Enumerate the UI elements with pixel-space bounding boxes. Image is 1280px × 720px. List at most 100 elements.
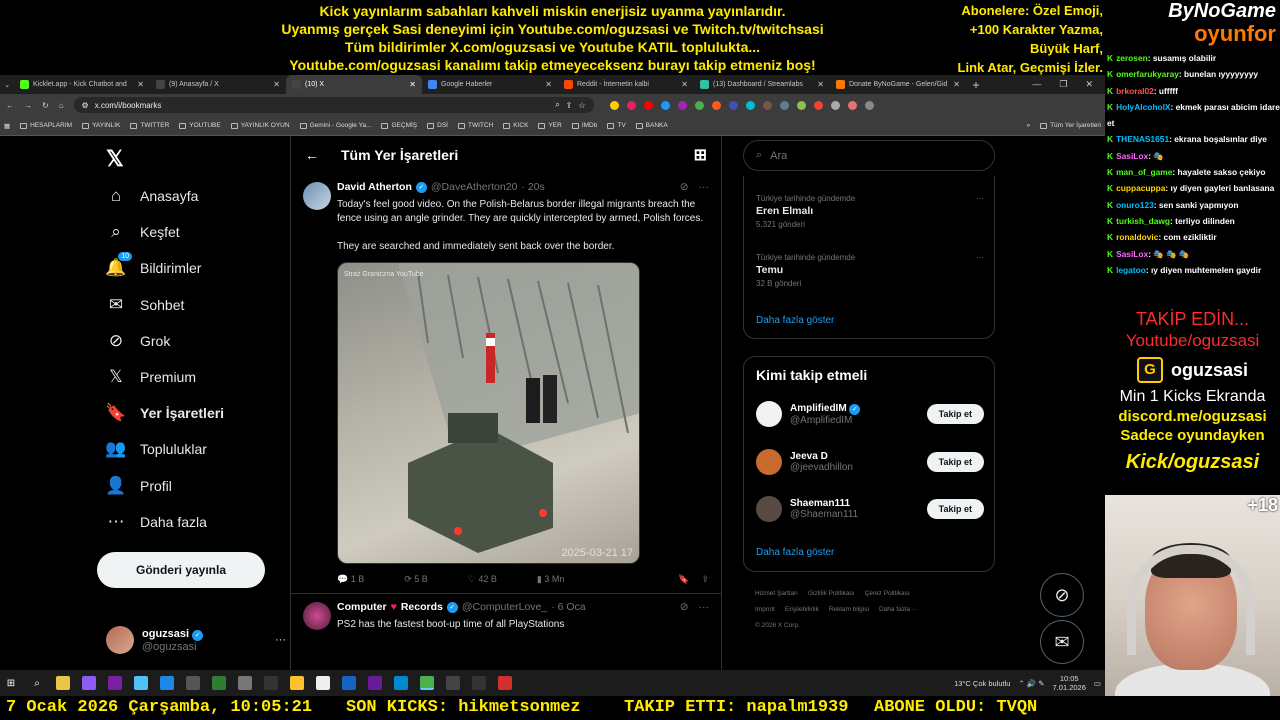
search-taskbar-icon[interactable]: ⌕ [30, 676, 44, 690]
follow-button[interactable]: Takip et [926, 404, 984, 424]
account-switcher[interactable]: oguzsasi ✓ @oguzsasi ··· [106, 620, 286, 660]
app-icon[interactable] [316, 676, 330, 690]
star-icon[interactable]: ☆ [578, 101, 585, 110]
bookmark-item[interactable]: YAYINLIK [82, 122, 120, 129]
all-bookmarks-folder[interactable]: Tüm Yer İşaretleri [1040, 122, 1101, 129]
new-tab-button[interactable]: + [966, 78, 986, 92]
trend-item[interactable]: Türkiye tarihinde gündemde Eren Elmalı 5… [756, 192, 984, 231]
grok-icon[interactable]: ⊘ [680, 180, 689, 194]
app-icon[interactable] [82, 676, 96, 690]
extension-icon[interactable] [745, 100, 755, 110]
bookmark-item[interactable]: IMDb [571, 122, 597, 129]
bookmark-item[interactable]: YAYINLIK OYUN [230, 122, 290, 129]
browser-tab[interactable]: (10) X ✕ [286, 75, 422, 94]
footer-link[interactable]: Reklam bilgisi [829, 606, 869, 613]
bookmark-item[interactable]: TWITTER [130, 122, 169, 129]
footer-link[interactable]: Gizlilik Politikası [808, 590, 855, 597]
bookmark-item[interactable]: YOUTUBE [179, 122, 221, 129]
tweet-more-icon[interactable]: ··· [699, 600, 710, 614]
app-icon[interactable] [368, 676, 382, 690]
footer-link[interactable]: Erişilebilirlik [785, 606, 819, 613]
browser-tab[interactable]: Reddit - İnternetin kalbi ✕ [558, 75, 694, 94]
clock[interactable]: 10:05 7.01.2026 [1053, 674, 1086, 692]
extension-icon[interactable] [626, 100, 636, 110]
app-icon[interactable] [186, 676, 200, 690]
bookmark-item[interactable]: BANKA [635, 122, 668, 129]
share-icon[interactable]: ⇪ [701, 574, 709, 585]
trends-show-more-link[interactable]: Daha fazla göster [756, 315, 834, 326]
start-icon[interactable]: ⊞ [4, 676, 18, 690]
bookmark-item[interactable]: HESAPLARIM [20, 122, 72, 129]
minimize-icon[interactable]: — [1032, 79, 1041, 90]
trend-more-icon[interactable]: ··· [976, 251, 984, 264]
extension-icon[interactable] [796, 100, 806, 110]
follow-suggestion[interactable]: AmplifiedIM ✓ @AmplifiedIM Takip et [756, 397, 984, 431]
views-button[interactable]: ▮ 3 Mn [537, 574, 564, 585]
follow-suggestion[interactable]: Jeeva D @jeevadhillon Takip et [756, 445, 984, 479]
bookmarks-overflow-icon[interactable]: » [1026, 122, 1030, 129]
grok-fab-icon[interactable]: ⊘ [1040, 573, 1084, 617]
extension-icon[interactable] [813, 100, 823, 110]
follow-suggestion[interactable]: Shaeman111 @Shaeman111 Takip et [756, 492, 984, 526]
chrome-icon[interactable] [420, 676, 434, 690]
menu-icon[interactable] [864, 100, 874, 110]
bookmark-item[interactable]: GEÇMİŞ [381, 122, 417, 129]
explorer-icon[interactable] [56, 676, 70, 690]
bookmark-item[interactable]: YER [538, 122, 562, 129]
tab-close-icon[interactable]: ✕ [545, 80, 552, 89]
footer-link[interactable]: © 2026 X Corp. [755, 622, 800, 629]
extension-icon[interactable] [677, 100, 687, 110]
footer-link[interactable]: Hizmet Şartları [755, 590, 798, 597]
onenote-icon[interactable] [108, 676, 122, 690]
nav-item-topluluklar[interactable]: 👥 Topluluklar [105, 437, 207, 461]
weather-widget[interactable]: 13°C Çok bulutlu [954, 679, 1010, 688]
tweet-avatar[interactable] [303, 602, 331, 630]
browser-tab[interactable]: (13) Dashboard / Streamlabs ✕ [694, 75, 830, 94]
downloads-icon[interactable] [830, 100, 840, 110]
tweet-time[interactable]: · 20s [521, 180, 544, 194]
tab-close-icon[interactable]: ✕ [953, 80, 960, 89]
search-input[interactable]: ⌕ Ara [743, 140, 995, 171]
browser-tab[interactable]: (9) Anasayfa / X ✕ [150, 75, 286, 94]
tweet[interactable]: David Atherton ✓ @DaveAtherton20 · 20s ⊘… [291, 174, 721, 594]
bookmark-item[interactable]: TV [607, 122, 626, 129]
url-input[interactable]: ⚙ x.com/i/bookmarks ⌕ ⇪ ☆ [73, 97, 594, 113]
grok-icon[interactable]: ⊘ [680, 600, 689, 614]
tab-close-icon[interactable]: ✕ [681, 80, 688, 89]
home-button-icon[interactable]: ⌂ [59, 101, 64, 110]
tweet-time[interactable]: · 6 Oca [551, 600, 585, 614]
browser-tab[interactable]: Google Haberler ✕ [422, 75, 558, 94]
tray-icons[interactable]: ⌃ 🔊 ✎ [1018, 679, 1044, 688]
notifications-icon[interactable]: ▭ [1094, 679, 1101, 688]
bookmark-item[interactable]: DSİ [427, 122, 448, 129]
avatar[interactable] [756, 496, 782, 522]
extension-icon[interactable] [711, 100, 721, 110]
tweet-more-icon[interactable]: ··· [699, 180, 710, 194]
nav-item-keşfet[interactable]: ⌕ Keşfet [106, 220, 179, 244]
extension-icon[interactable] [660, 100, 670, 110]
back-arrow-icon[interactable]: ← [305, 147, 319, 163]
share-icon[interactable]: ⇪ [566, 101, 573, 110]
extension-icon[interactable] [779, 100, 789, 110]
sticky-notes-icon[interactable] [290, 676, 304, 690]
browser-tab[interactable]: Donate ByNoGame - Gelen/Gid ✕ [830, 75, 966, 94]
camera-icon[interactable] [238, 676, 252, 690]
reload-icon[interactable]: ↻ [42, 101, 49, 110]
avatar[interactable] [756, 448, 782, 475]
tweet[interactable]: Computer ♥ Records ✓ @ComputerLove_ · 6 … [291, 594, 721, 632]
tab-close-icon[interactable]: ✕ [137, 80, 144, 89]
app-icon[interactable] [498, 676, 512, 690]
repost-button[interactable]: ⟳ 5 B [404, 574, 428, 585]
extension-icon[interactable] [728, 100, 738, 110]
extension-icon[interactable] [609, 100, 619, 110]
app-icon[interactable] [134, 676, 148, 690]
like-button[interactable]: ♡ 42 B [468, 574, 497, 585]
app-icon[interactable] [446, 676, 460, 690]
bookmark-item[interactable]: KICK [503, 122, 528, 129]
follow-button[interactable]: Takip et [926, 499, 984, 519]
post-button[interactable]: Gönderi yayınla [97, 552, 265, 588]
who-show-more-link[interactable]: Daha fazla göster [756, 547, 834, 558]
reply-button[interactable]: 💬 1 B [337, 574, 364, 585]
maximize-icon[interactable]: ❐ [1059, 79, 1067, 90]
tab-list-icon[interactable]: ⌄ [0, 81, 14, 89]
